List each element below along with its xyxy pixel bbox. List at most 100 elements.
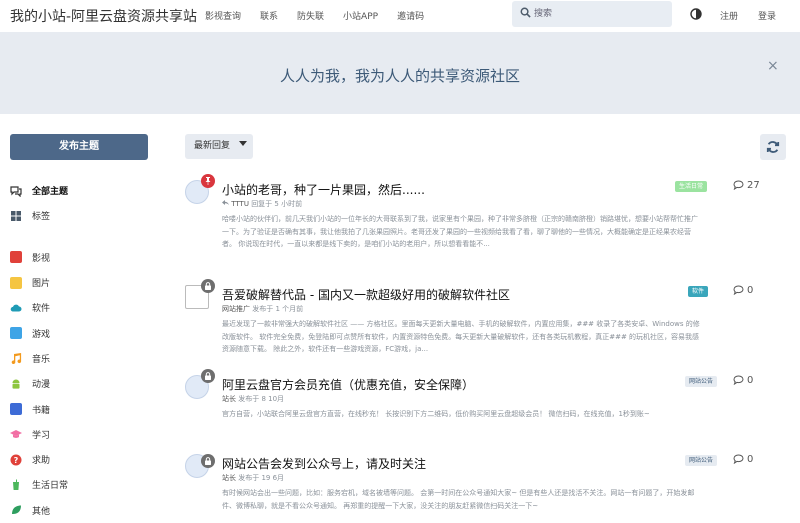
register-link[interactable]: 注册 — [720, 9, 738, 22]
main-nav: 影视查询 联系 防失联 小站APP 邀请码 — [205, 9, 443, 22]
refresh-button[interactable] — [760, 134, 786, 160]
nav-item-movie-search[interactable]: 影视查询 — [205, 9, 241, 22]
discussion-author[interactable]: 网站推广 — [222, 305, 250, 313]
tag-label: 网站公告 — [689, 378, 714, 385]
welcome-banner: 人人为我，我为人人的共享资源社区 × — [0, 32, 800, 114]
lock-icon — [205, 282, 211, 290]
sticky-badge — [201, 174, 215, 188]
sidebar-item-film[interactable]: 影视 — [10, 245, 150, 270]
sort-dropdown[interactable]: 最新回复 — [185, 134, 253, 159]
sidebar-item-images[interactable]: 图片 — [10, 270, 150, 295]
tag-label: 软件 — [692, 288, 705, 295]
sidebar-item-label: 音乐 — [32, 354, 51, 365]
sidebar-item-label: 动漫 — [32, 380, 51, 391]
nav-item-anti-lost[interactable]: 防失联 — [297, 9, 324, 22]
sidebar-item-help[interactable]: ? 求助 — [10, 447, 150, 472]
discussion-excerpt: 哈喽小站的伙伴们，前几天我们小站的一位年长的大哥联系到了我，说家里有个果园，种了… — [222, 215, 698, 249]
tag-badge[interactable]: 网站公告 — [685, 376, 718, 387]
site-title[interactable]: 我的小站-阿里云盘资源共享站 — [10, 6, 197, 26]
search-input[interactable] — [534, 6, 664, 22]
sidebar-item-music[interactable]: 音乐 — [10, 346, 150, 371]
android-icon — [12, 379, 20, 389]
theme-toggle-icon[interactable] — [690, 8, 702, 20]
comment-icon — [733, 285, 744, 296]
sidebar-item-all[interactable]: 全部主题 — [10, 178, 150, 203]
pin-icon — [205, 177, 211, 185]
nav-item-app[interactable]: 小站APP — [343, 9, 378, 22]
lock-icon — [205, 457, 211, 465]
sort-label: 最新回复 — [194, 141, 231, 151]
sidebar-item-label: 学习 — [32, 430, 51, 441]
sidebar-item-software[interactable]: 软件 — [10, 295, 150, 320]
discussion-author[interactable]: 站长 — [222, 474, 236, 482]
nav-item-contact[interactable]: 联系 — [260, 9, 278, 22]
refresh-icon — [766, 141, 780, 153]
discussion-meta: TTTU 回复于 5 小时前 — [222, 199, 302, 209]
discussion-item[interactable]: 网站公告会发到公众号上，请及时关注 站长 发布于 19 6月 有时候网站会出一些… — [185, 454, 765, 512]
graduation-icon — [10, 430, 22, 439]
sidebar-item-label: 影视 — [32, 253, 51, 264]
sidebar-item-label: 全部主题 — [32, 187, 69, 198]
post-topic-button[interactable]: 发布主题 — [10, 134, 148, 160]
sidebar-item-label: 其他 — [32, 506, 51, 517]
reply-count-value: 27 — [747, 180, 760, 191]
discussion-excerpt: 官方自营，小站联合阿里云盘官方直营，在线秒充！ 长按识别下方二维码，低价购买阿里… — [222, 410, 650, 418]
sidebar-item-label: 图片 — [32, 279, 51, 290]
reply-count-value: 0 — [747, 454, 754, 465]
locked-badge — [201, 454, 215, 468]
image-icon — [10, 276, 22, 289]
discussion-meta: 站长 发布于 8 10月 — [222, 394, 284, 404]
drink-icon — [13, 479, 19, 490]
tag-label: 生活日常 — [679, 183, 704, 190]
tag-badge[interactable]: 生活日常 — [675, 181, 708, 192]
comment-icon — [733, 375, 744, 386]
top-header: 我的小站-阿里云盘资源共享站 影视查询 联系 防失联 小站APP 邀请码 注册 … — [0, 0, 800, 32]
tag-badge[interactable]: 软件 — [688, 286, 709, 297]
book-icon — [10, 403, 22, 416]
search-box[interactable] — [512, 1, 672, 27]
sidebar-item-books[interactable]: 书籍 — [10, 396, 150, 421]
sidebar-item-games[interactable]: 游戏 — [10, 320, 150, 345]
discussion-title[interactable]: 阿里云盘官方会员充值（优惠充值，安全保障） — [222, 376, 474, 393]
tag-label: 网站公告 — [689, 457, 714, 464]
banner-text: 人人为我，我为人人的共享资源社区 — [279, 67, 520, 85]
login-link[interactable]: 登录 — [758, 9, 776, 22]
comments-icon — [10, 186, 22, 197]
svg-text:?: ? — [14, 456, 19, 465]
sidebar-item-study[interactable]: 学习 — [10, 422, 150, 447]
discussion-time: 发布于 1 个月前 — [252, 305, 304, 313]
discussion-author[interactable]: TTTU — [231, 200, 249, 208]
comment-icon — [733, 454, 744, 465]
sidebar-item-label: 生活日常 — [32, 481, 69, 492]
comment-icon — [733, 180, 744, 191]
close-icon[interactable]: × — [767, 58, 779, 74]
discussion-item[interactable]: 阿里云盘官方会员充值（优惠充值，安全保障） 站长 发布于 8 10月 官方自营，… — [185, 369, 765, 445]
lock-icon — [205, 372, 211, 380]
reply-count-value: 0 — [747, 285, 754, 296]
sidebar-item-tags[interactable]: 标签 — [10, 203, 150, 228]
discussion-title[interactable]: 吾爱破解替代品 - 国内又一款超级好用的破解软件社区 — [222, 286, 510, 303]
tag-badge[interactable]: 网站公告 — [685, 455, 718, 466]
nav-item-invite-code[interactable]: 邀请码 — [397, 9, 424, 22]
game-icon — [10, 327, 22, 340]
search-icon — [520, 7, 531, 18]
sidebar-item-label: 游戏 — [32, 329, 51, 340]
discussion-item[interactable]: 吾爱破解替代品 - 国内又一款超级好用的破解软件社区 网站推广 发布于 1 个月… — [185, 279, 765, 365]
reply-count: 0 — [733, 285, 753, 296]
sidebar-item-other[interactable]: 其他 — [10, 498, 150, 523]
sidebar: 全部主题 标签 影视 图片 软件 游戏 音乐 动漫 书籍 学习 ? 求助 生活日… — [10, 178, 150, 523]
discussion-author[interactable]: 站长 — [222, 395, 236, 403]
discussion-title[interactable]: 小站的老哥，种了一片果园，然后...... — [222, 181, 425, 198]
reply-count: 0 — [733, 375, 753, 386]
locked-badge — [201, 369, 215, 383]
discussion-excerpt: 最近发现了一款非常强大的破解软件社区 —— 方格社区。里面每天更新大量电脑、手机… — [222, 320, 700, 354]
discussion-item[interactable]: 小站的老哥，种了一片果园，然后...... TTTU 回复于 5 小时前 哈喽小… — [185, 174, 765, 272]
sidebar-item-daily-life[interactable]: 生活日常 — [10, 472, 150, 497]
discussion-meta: 站长 发布于 19 6月 — [222, 473, 284, 483]
reply-count: 27 — [733, 180, 760, 191]
discussion-title[interactable]: 网站公告会发到公众号上，请及时关注 — [222, 455, 426, 472]
leaf-icon — [12, 505, 21, 515]
reply-icon — [222, 200, 229, 206]
sidebar-item-anime[interactable]: 动漫 — [10, 371, 150, 396]
reply-count: 0 — [733, 454, 753, 465]
